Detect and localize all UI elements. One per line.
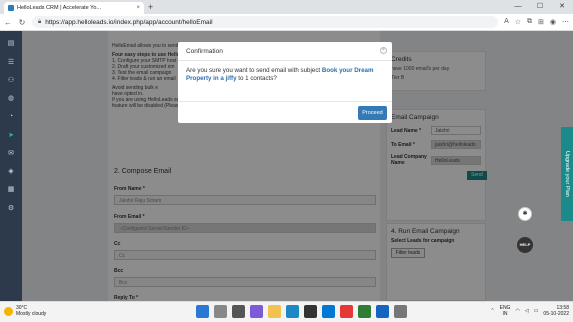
favorite-star-icon[interactable]: ☆: [515, 18, 521, 26]
dashboard-icon[interactable]: ▤: [7, 40, 15, 48]
volume-icon[interactable]: ◁: [525, 308, 529, 314]
modal-footer: Proceed: [178, 101, 392, 123]
modal-body: Are you sure you want to send email with…: [178, 61, 392, 89]
weather-widget[interactable]: 30°C Mostly cloudy: [4, 305, 46, 317]
account-icon[interactable]: ◍: [7, 95, 15, 103]
excel-icon[interactable]: [358, 305, 371, 318]
help-button[interactable]: HELP: [517, 237, 533, 253]
refresh-icon[interactable]: ↻: [18, 18, 26, 27]
address-bar-row: ← ↻ 🔒︎ https://app.helloleads.io/index.p…: [0, 14, 573, 31]
browser-toolbar-icons: A ☆ ⧉ ⊞ ◉ ⋯: [504, 18, 569, 26]
pie-chart-icon[interactable]: ◔: [7, 113, 15, 121]
collections-icon[interactable]: ⊞: [538, 18, 544, 26]
tray-chevron-icon[interactable]: ⌃: [490, 308, 494, 314]
proceed-button[interactable]: Proceed: [358, 106, 387, 120]
clock[interactable]: 13:58 05-10-2022: [543, 305, 569, 317]
weather-sun-icon: [4, 306, 13, 316]
modal-title: Confirmation: [186, 48, 223, 55]
new-tab-button[interactable]: +: [148, 2, 153, 12]
lang-2: IN: [502, 311, 508, 317]
settings-app-icon[interactable]: [394, 305, 407, 318]
chat-icon[interactable]: ✉: [7, 150, 15, 158]
window-controls: — ☐ ✕: [507, 0, 573, 14]
modal-close-icon[interactable]: ×: [380, 47, 387, 54]
accessibility-icon[interactable]: ✱: [518, 207, 532, 221]
weather-desc: Mostly cloudy: [16, 311, 47, 317]
url-field[interactable]: 🔒︎ https://app.helloleads.io/index.php/a…: [32, 16, 499, 28]
leads-icon[interactable]: ☰: [7, 59, 15, 67]
language-indicator[interactable]: ENG IN: [500, 305, 511, 317]
modal-message-post: to 1 contacts?: [238, 75, 277, 82]
tab-title: HelloLeads CRM | Accelerate Yo...: [17, 5, 101, 11]
file-explorer-icon[interactable]: [268, 305, 281, 318]
confirmation-modal: Confirmation × Are you sure you want to …: [178, 42, 392, 123]
word-icon[interactable]: [376, 305, 389, 318]
back-icon[interactable]: ←: [4, 18, 12, 27]
mail-icon[interactable]: [322, 305, 335, 318]
read-aloud-icon[interactable]: A: [504, 18, 509, 26]
store-icon[interactable]: [304, 305, 317, 318]
wifi-icon[interactable]: ◠: [515, 308, 519, 314]
battery-icon[interactable]: ▭: [534, 308, 539, 314]
lock-icon: 🔒︎: [38, 18, 42, 25]
campaign-icon[interactable]: ➤: [7, 132, 15, 140]
extensions-icon[interactable]: ⧉: [527, 18, 532, 26]
browser-tab-bar: HelloLeads CRM | Accelerate Yo... × + — …: [0, 0, 573, 14]
taskbar-apps: [196, 305, 407, 318]
modal-message-pre: Are you sure you want to send email with…: [186, 67, 321, 74]
reports-icon[interactable]: ▦: [7, 186, 15, 194]
tags-icon[interactable]: ◈: [7, 168, 15, 176]
tab-close-icon[interactable]: ×: [136, 5, 140, 11]
taskbar: 30°C Mostly cloudy ⌃ ENG IN ◠ ◁ ▭ 13:58 …: [0, 301, 573, 322]
users-icon[interactable]: ⚇: [7, 77, 15, 85]
search-icon[interactable]: [214, 305, 227, 318]
settings-icon[interactable]: ⚙: [7, 205, 15, 213]
url-text: https://app.helloleads.io/index.php/app/…: [45, 18, 213, 26]
modal-header: Confirmation ×: [178, 42, 392, 61]
helloleads-favicon-icon: [8, 5, 14, 11]
clock-date: 05-10-2022: [543, 311, 569, 317]
teams-icon[interactable]: [250, 305, 263, 318]
task-view-icon[interactable]: [232, 305, 245, 318]
start-icon[interactable]: [196, 305, 209, 318]
browser-tab[interactable]: HelloLeads CRM | Accelerate Yo... ×: [4, 2, 144, 14]
app-icon[interactable]: [340, 305, 353, 318]
app-sidebar: ▤ ☰ ⚇ ◍ ◔ ➤ ✉ ◈ ▦ ⚙: [0, 31, 22, 301]
maximize-button[interactable]: ☐: [529, 0, 551, 14]
profile-icon[interactable]: ◉: [550, 18, 556, 26]
system-tray: ⌃ ENG IN ◠ ◁ ▭ 13:58 05-10-2022: [490, 305, 569, 317]
upgrade-plan-tab[interactable]: Upgrade your Plan: [561, 127, 573, 221]
more-menu-icon[interactable]: ⋯: [562, 18, 569, 26]
close-window-button[interactable]: ✕: [551, 0, 573, 14]
minimize-button[interactable]: —: [507, 0, 529, 14]
edge-icon[interactable]: [286, 305, 299, 318]
